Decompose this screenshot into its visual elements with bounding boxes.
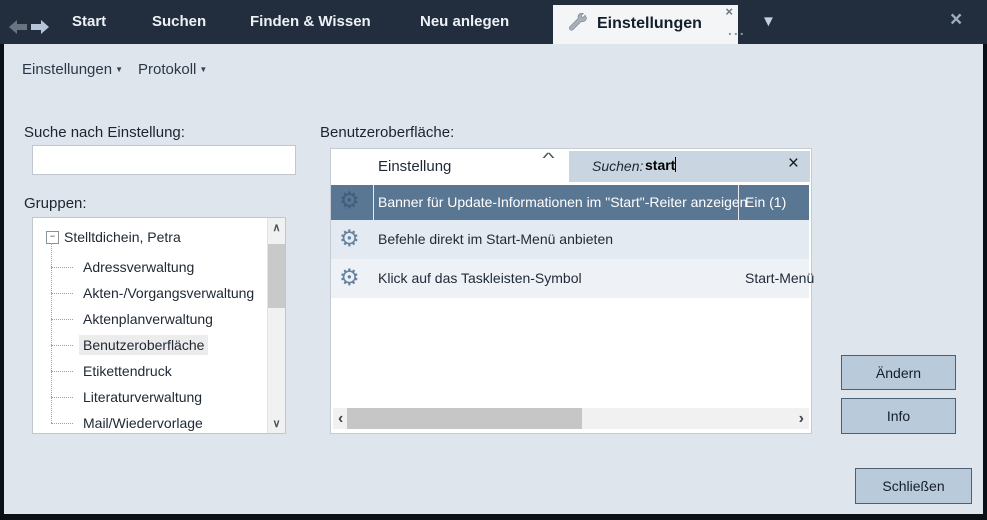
tree-vertical-scrollbar[interactable]: ∧ ∨ [267, 218, 285, 433]
tree-item-benutzeroberflaeche-selected[interactable]: Benutzeroberfläche [79, 332, 208, 358]
gear-icon: ⚙ [339, 265, 360, 291]
chevron-down-icon: ▼ [115, 65, 123, 74]
menu-einstellungen[interactable]: Einstellungen▼ [22, 61, 123, 78]
tree-connector [51, 371, 73, 372]
table-row-banner-update[interactable]: ⚙ Banner für Update-Informationen im "St… [331, 185, 809, 220]
text-caret [675, 157, 676, 172]
tree-item-aktenplanverwaltung[interactable]: Aktenplanverwaltung [79, 306, 217, 332]
gear-icon: ⚙ [339, 188, 360, 214]
tree-item-literaturverwaltung[interactable]: Literaturverwaltung [79, 384, 206, 410]
menu-protokoll[interactable]: Protokoll▼ [138, 61, 207, 78]
table-row-taskleisten-symbol[interactable]: ⚙ Klick auf das Taskleisten-Symbol Start… [331, 259, 809, 298]
tab-close-icon[interactable]: × [725, 4, 733, 19]
tree-connector [51, 319, 73, 320]
tree-item-akten-vorgangsverwaltung[interactable]: Akten-/Vorgangsverwaltung [79, 280, 258, 306]
search-setting-label: Suche nach Einstellung: [24, 124, 185, 141]
scroll-left-icon[interactable]: ‹ [338, 408, 343, 429]
column-header-einstellung[interactable]: Einstellung [378, 158, 451, 175]
table-row-befehle-startmenu[interactable]: ⚙ Befehle direkt im Start-Menü anbieten [331, 220, 809, 259]
tab-neu-anlegen[interactable]: Neu anlegen [420, 13, 509, 30]
collapse-icon[interactable]: − [46, 231, 59, 244]
search-close-icon[interactable]: × [788, 153, 799, 175]
tab-suchen[interactable]: Suchen [152, 13, 206, 30]
tree-item-mail-wiedervorlage[interactable]: Mail/Wiedervorlage [79, 410, 207, 434]
chevron-down-icon: ▼ [199, 65, 207, 74]
window-border [983, 44, 987, 520]
window-border [0, 514, 987, 520]
scroll-down-icon[interactable]: ∨ [268, 417, 285, 430]
settings-table: Einstellung ^ ⚙ Banner für Update-Inform… [330, 148, 812, 434]
tree-connector [51, 345, 73, 346]
tree-connector [51, 267, 73, 268]
window-border [0, 44, 4, 520]
scroll-up-icon[interactable]: ∧ [268, 221, 285, 234]
aendern-button[interactable]: Ändern [841, 355, 956, 390]
table-search-input[interactable]: start [645, 157, 676, 173]
tree-connector [51, 293, 73, 294]
column-separator [373, 185, 374, 220]
benutzeroberflaeche-title: Benutzeroberfläche: [320, 124, 454, 141]
menu-protokoll-label: Protokoll [138, 61, 196, 78]
tab-finden-wissen[interactable]: Finden & Wissen [250, 13, 371, 30]
schliessen-button[interactable]: Schließen [855, 468, 972, 504]
scroll-right-icon[interactable]: › [799, 408, 804, 429]
table-scrollbar-thumb[interactable] [347, 408, 582, 429]
tree-root-item[interactable]: Stelltdichein, Petra [64, 229, 181, 245]
setting-name: Befehle direkt im Start-Menü anbieten [378, 231, 613, 247]
info-button[interactable]: Info [841, 398, 956, 434]
table-horizontal-scrollbar[interactable]: ‹ › [333, 408, 809, 429]
tree-guide-line [51, 243, 52, 423]
groups-label: Gruppen: [24, 195, 87, 212]
menu-einstellungen-label: Einstellungen [22, 61, 112, 78]
groups-tree: − Stelltdichein, Petra Adressverwaltung … [32, 217, 286, 434]
active-tab-label: Einstellungen [597, 15, 702, 33]
search-setting-input[interactable] [32, 145, 296, 175]
tree-item-adressverwaltung[interactable]: Adressverwaltung [79, 254, 198, 280]
wrench-icon [566, 13, 590, 37]
back-arrow-icon[interactable] [8, 19, 28, 35]
setting-value: Ein (1) [745, 194, 786, 210]
sort-asc-icon[interactable]: ^ [543, 150, 555, 167]
table-search-label: Suchen: [592, 158, 643, 174]
tree-scrollbar-thumb[interactable] [268, 244, 285, 308]
tab-overflow-dots[interactable]: ... [728, 22, 746, 38]
tree-connector [51, 423, 73, 424]
setting-value: Start-Menü [745, 270, 814, 286]
forward-arrow-icon[interactable] [30, 19, 50, 35]
close-icon[interactable]: × [950, 8, 962, 32]
tab-dropdown-icon[interactable]: ▼ [761, 13, 776, 30]
settings-window: Start Suchen Finden & Wissen Neu anlegen… [0, 0, 987, 520]
tree-connector [51, 397, 73, 398]
top-tab-bar: Start Suchen Finden & Wissen Neu anlegen… [0, 0, 987, 44]
setting-name: Klick auf das Taskleisten-Symbol [378, 270, 582, 286]
tab-einstellungen-active[interactable]: Einstellungen × [553, 5, 738, 44]
gear-icon: ⚙ [339, 226, 360, 252]
setting-name: Banner für Update-Informationen im "Star… [378, 194, 747, 210]
table-search-box[interactable]: Suchen: start × [569, 151, 810, 182]
tree-item-etikettendruck[interactable]: Etikettendruck [79, 358, 176, 384]
tab-start[interactable]: Start [72, 13, 106, 30]
